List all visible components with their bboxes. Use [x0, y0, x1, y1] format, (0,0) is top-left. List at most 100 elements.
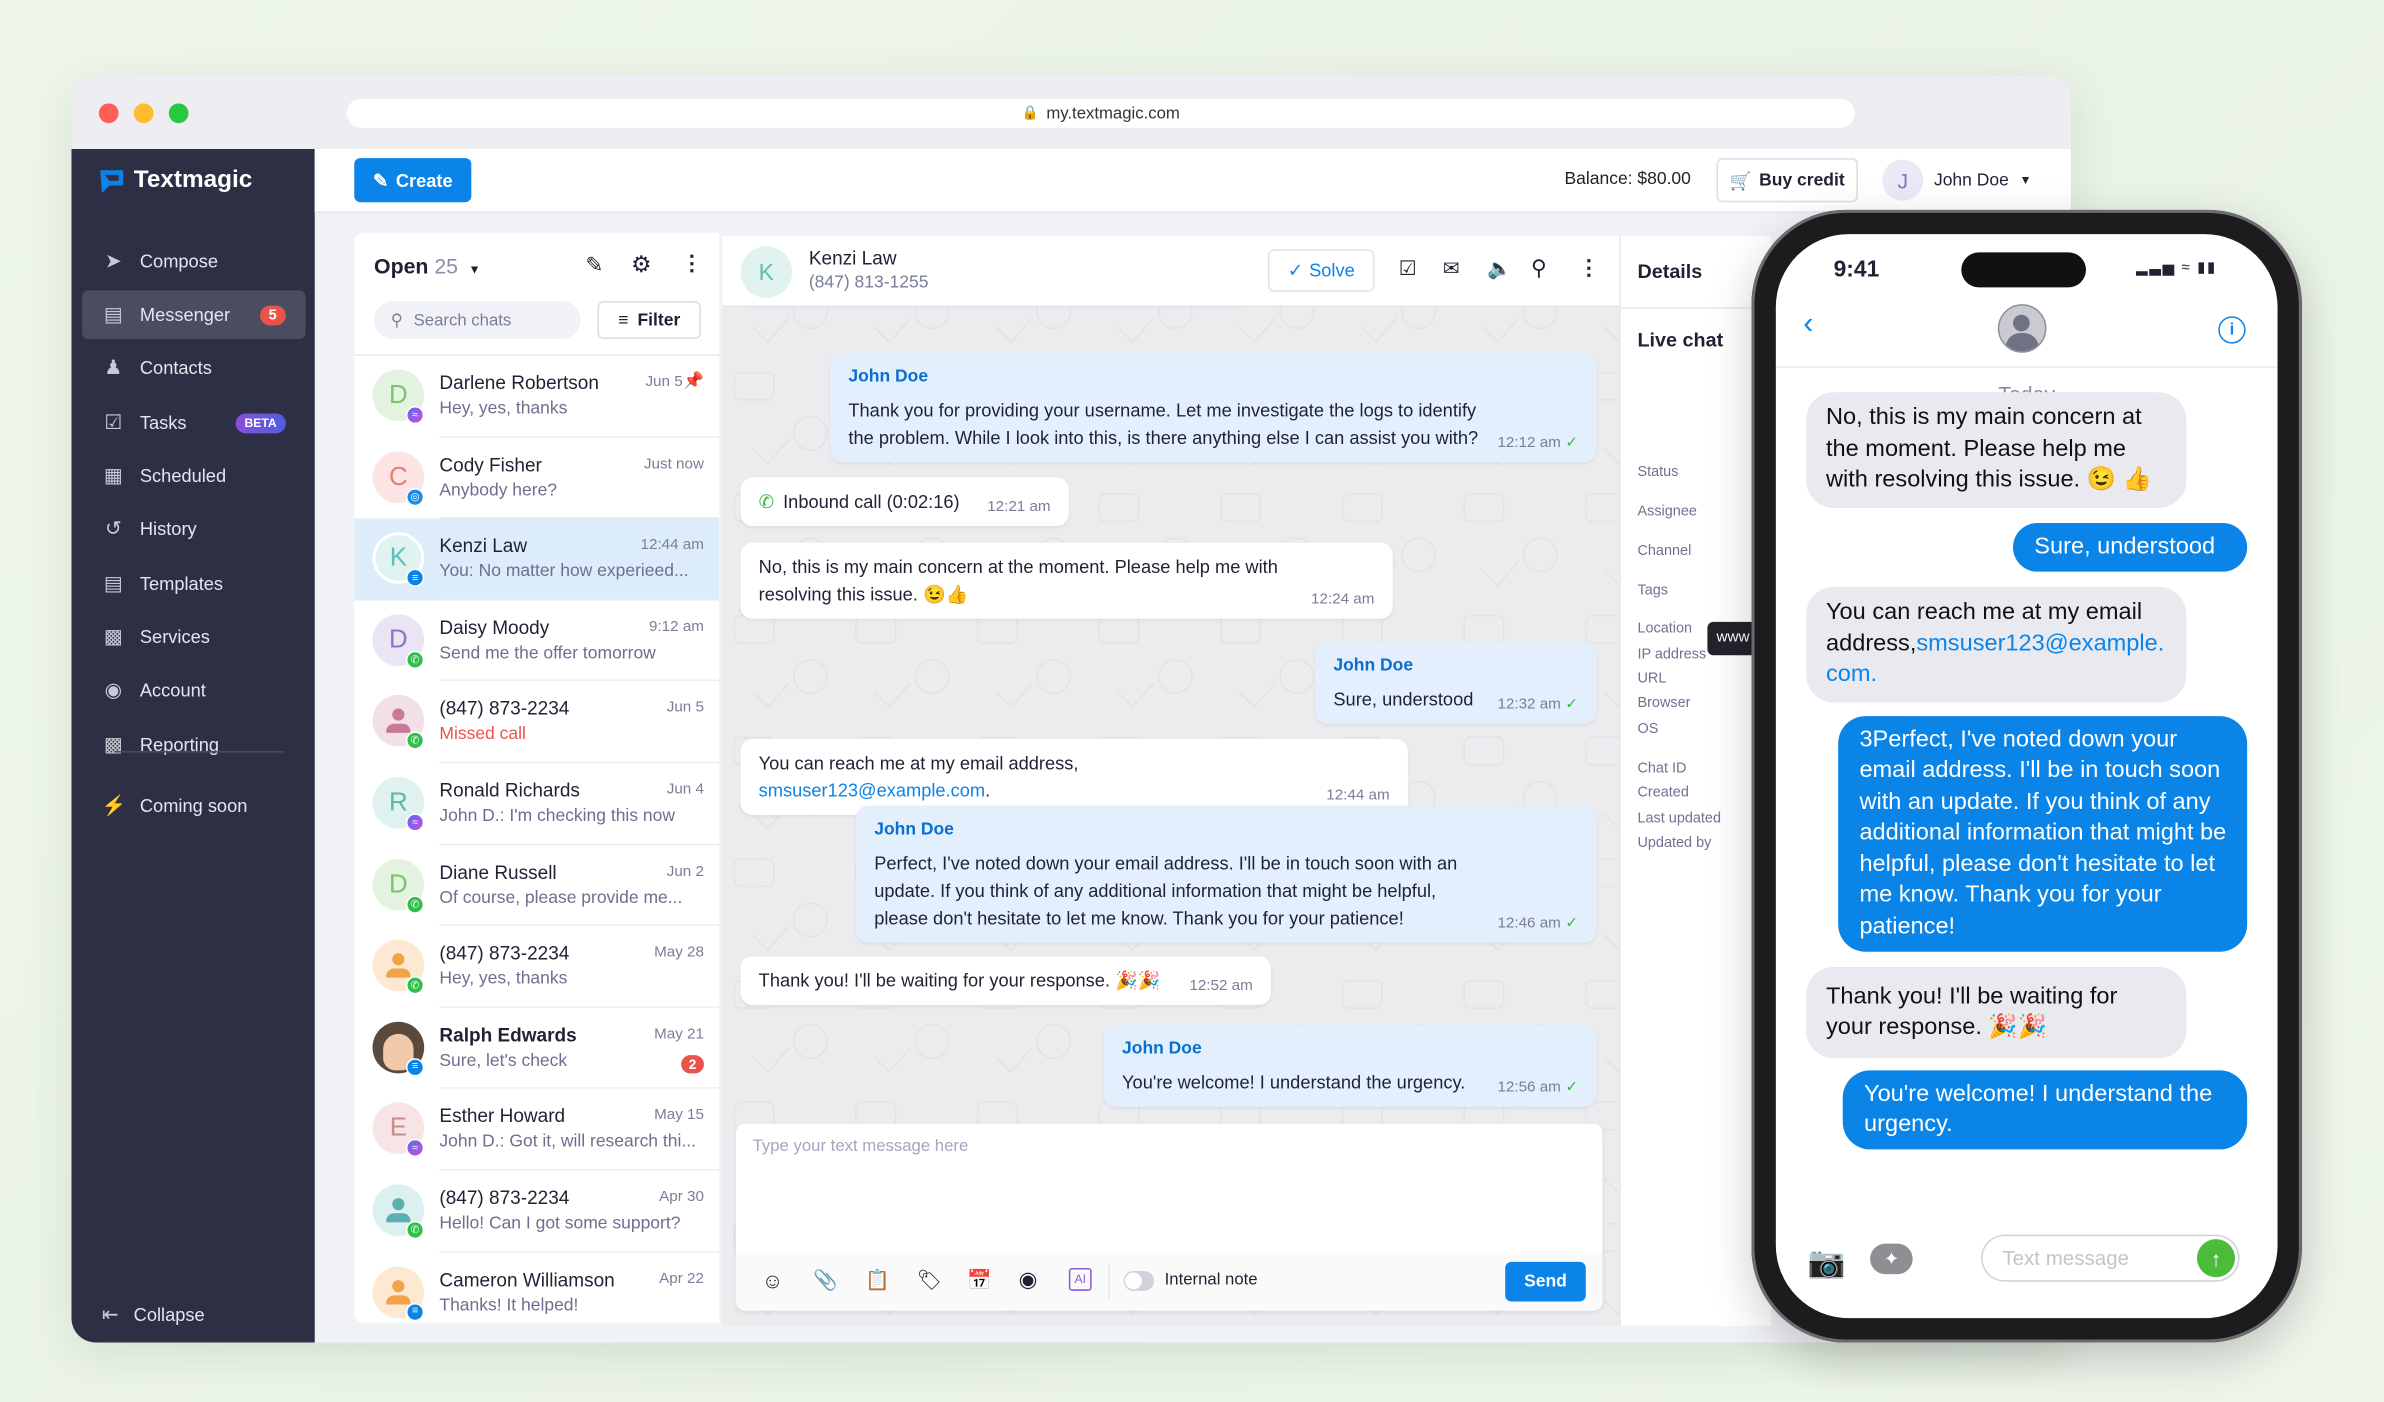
url-text: my.textmagic.com [1046, 104, 1180, 123]
sidebar-item-scheduled[interactable]: ▦ Scheduled [82, 452, 305, 501]
send-button[interactable]: Send [1505, 1261, 1586, 1302]
chat-list-item[interactable]: ≡ Cameron Williamson Thanks! It helped! Apr… [354, 1252, 719, 1323]
search-icon[interactable]: ⚲ [1531, 255, 1547, 281]
message-preview: Anybody here? [439, 481, 558, 500]
internal-note-toggle[interactable] [1123, 1271, 1154, 1291]
email-link[interactable]: smsuser123@example.com [759, 780, 985, 801]
chat-list-item[interactable]: K ≡ Kenzi Law You: No matter how experieed.… [354, 518, 720, 601]
bubble-text: Sure, understood [2034, 532, 2215, 563]
message-preview: Missed call [439, 725, 526, 745]
outgoing-message: John Doe Sure, understood 12:32 am ✓ [1315, 641, 1597, 724]
camera-icon[interactable]: 📷 [1808, 1244, 1846, 1282]
sidebar-item-services[interactable]: ▩ Services [82, 613, 305, 662]
message-preview: Sure, let's check [439, 1051, 568, 1071]
chat-list-item[interactable]: ✆ (847) 873-2234 Hey, yes, thanks May 28 [354, 926, 720, 1008]
read-check-icon: ✓ [1565, 915, 1579, 933]
app-store-icon[interactable]: ✦ [1870, 1243, 1913, 1275]
sidebar: Textmagic ➤ Compose ▤ Messenger 5 ♟ Contacts ☑ T… [71, 148, 315, 1343]
emoji-icon[interactable]: ☺ [762, 1268, 784, 1292]
user-name: John Doe [1933, 171, 2009, 190]
divider [1775, 366, 2278, 368]
detail-field-label: Updated by [1637, 834, 1712, 852]
bubble-text: You can reach me at my email address,sms… [1826, 598, 2167, 692]
phone-text-input[interactable]: Text message ↑ [1981, 1234, 2240, 1282]
phone-outgoing-bubble: You're welcome! I understand the urgency… [1842, 1070, 2248, 1150]
contact-name[interactable]: Kenzi Law [809, 248, 897, 269]
sidebar-item-compose[interactable]: ➤ Compose [82, 237, 305, 286]
messenger-channel-icon: ≈ [405, 1139, 425, 1158]
chat-list-item[interactable]: D ✆ Daisy Moody Send me the offer tomorrow 9… [354, 600, 720, 682]
sidebar-item-reporting[interactable]: ▩ Reporting [82, 721, 305, 770]
brand-name: Textmagic [133, 167, 253, 194]
send-arrow-icon[interactable]: ↑ [2196, 1239, 2235, 1278]
outgoing-message: John Doe Thank you for providing your use… [830, 352, 1597, 463]
search-chats-input[interactable]: ⚲ Search chats [374, 301, 581, 340]
chat-list-item[interactable]: D ✆ Diane Russell Of course, please provide… [354, 845, 720, 927]
maximize-window-button[interactable] [168, 103, 189, 124]
textmagic-logo-icon [100, 169, 124, 193]
collapse-button[interactable]: ⇤ Collapse [82, 1291, 305, 1340]
bubble-body: 3Perfect, I've noted down your email add… [1859, 726, 2227, 940]
minimize-window-button[interactable] [133, 103, 154, 124]
tasks-icon[interactable]: ☑ [1399, 257, 1417, 281]
chat-status-dropdown[interactable]: Open 25 ▼ [374, 254, 481, 278]
more-options-icon[interactable]: ⋮ [1578, 255, 1599, 281]
chat-list-item[interactable]: ✆ (847) 873-2234 Missed call Jun 5 [354, 682, 720, 764]
sidebar-item-contacts[interactable]: ♟ Contacts [82, 344, 305, 393]
filter-button[interactable]: ≡ Filter [597, 301, 701, 340]
tasks-icon: ☑ [104, 410, 123, 434]
divider [1620, 307, 1773, 309]
chat-list-item[interactable]: ≡ Ralph Edwards Sure, let's check May 21 2 [354, 1008, 720, 1090]
cart-icon: 🛒 [1729, 172, 1752, 191]
message-author: John Doe [1333, 656, 1414, 676]
ai-assistant-icon[interactable]: AI [1068, 1268, 1092, 1291]
create-label: Create [395, 169, 453, 191]
mark-unread-icon[interactable]: ✉ [1443, 257, 1460, 281]
back-chevron-icon[interactable]: ‹ [1803, 307, 1813, 342]
chat-list-item[interactable]: ✆ (847) 873-2234 Hello! Can I got some sup… [354, 1171, 720, 1253]
message-input[interactable]: Type your text message here [753, 1137, 969, 1155]
preview-eye-icon[interactable]: ◉ [1019, 1266, 1038, 1292]
solve-button[interactable]: ✓ Solve [1268, 249, 1375, 292]
chat-list-item[interactable]: C ◎ Cody Fisher Anybody here? Just now [354, 437, 720, 519]
sidebar-item-messenger[interactable]: ▤ Messenger 5 [82, 290, 306, 340]
phone-incoming-bubble: Thank you! I'll be waiting for your resp… [1806, 966, 2187, 1059]
pin-icon[interactable]: 📌 [683, 371, 704, 390]
brand-logo[interactable]: Textmagic [99, 167, 252, 194]
more-options-icon[interactable]: ⋮ [681, 251, 702, 277]
sidebar-item-account[interactable]: ◉ Account [82, 666, 305, 715]
whatsapp-channel-icon: ✆ [405, 976, 425, 995]
message-body: You're welcome! I understand the urgency… [1122, 1071, 1466, 1094]
call-speaker-icon[interactable]: 🔈 [1487, 257, 1512, 281]
signal-wifi-battery-icon: ▂▃▅ ≈ ▮▮ [2136, 259, 2217, 277]
chat-list-item[interactable]: D ≈ Darlene Robertson Hey, yes, thanks Jun 5… [354, 356, 720, 438]
tag-icon[interactable]: 🏷 [917, 1268, 942, 1292]
contact-avatar-icon[interactable] [1997, 304, 2047, 353]
message-time: 12:24 am [1311, 587, 1374, 614]
last-message-time: Just now [643, 455, 704, 473]
sidebar-item-history[interactable]: ↺ History [82, 505, 305, 554]
chat-list-item[interactable]: E ≈ Esther Howard John D.: Got it, will res… [354, 1089, 720, 1171]
filter-label: Filter [637, 310, 681, 330]
sidebar-item-templates[interactable]: ▤ Templates [82, 560, 305, 609]
attachment-icon[interactable]: 📎 [813, 1268, 838, 1292]
user-menu[interactable]: J John Doe ▼ [1882, 159, 2031, 201]
bubble-body: Thank you! I'll be waiting for your resp… [1826, 982, 2118, 1040]
settings-gear-icon[interactable]: ⚙ [631, 251, 651, 278]
last-message-time: Jun 5 [666, 699, 704, 717]
new-chat-icon[interactable]: ✎ [585, 252, 603, 278]
chat-list-item[interactable]: R ≈ Ronald Richards John D.: I'm checking t… [354, 763, 720, 845]
sidebar-item-tasks[interactable]: ☑ Tasks BETA [82, 398, 305, 447]
address-bar[interactable]: 🔒 my.textmagic.com [346, 98, 1855, 128]
message-preview: Thanks! It helped! [439, 1296, 579, 1315]
dynamic-island [1961, 252, 2086, 288]
create-button[interactable]: ✎ Create [354, 158, 472, 203]
bolt-icon: ⚡ [101, 793, 127, 817]
phone-screen: 9:41 ▂▃▅ ≈ ▮▮ ‹ i Today No, this is my m… [1775, 234, 2278, 1319]
buy-credit-button[interactable]: 🛒 Buy credit [1716, 158, 1858, 203]
template-clipboard-icon[interactable]: 📋 [865, 1268, 890, 1292]
schedule-calendar-icon[interactable]: 📅 [967, 1268, 992, 1292]
sidebar-item-coming-soon[interactable]: ⚡ Coming soon [82, 781, 305, 830]
close-window-button[interactable] [98, 103, 119, 124]
info-icon[interactable]: i [2218, 316, 2246, 344]
